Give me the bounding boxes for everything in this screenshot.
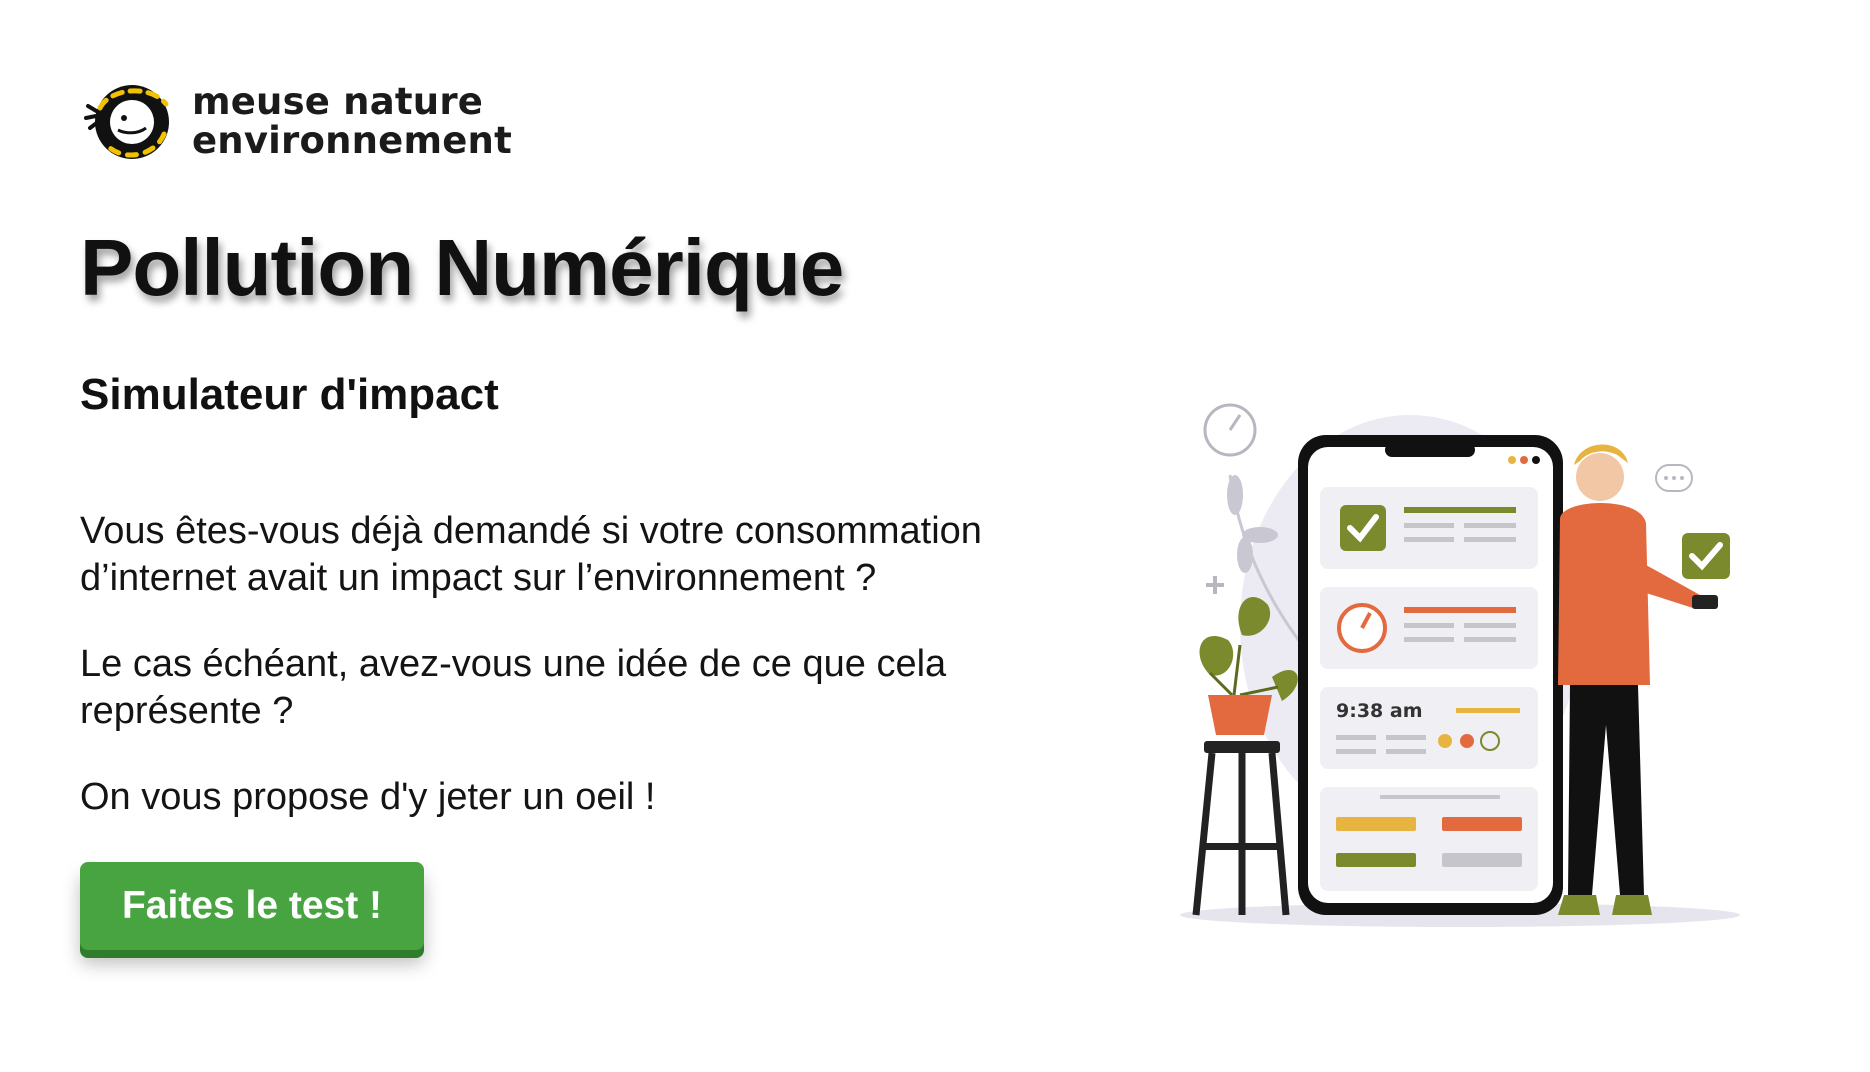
- person-illustration: [1558, 444, 1718, 915]
- hero-illustration: 9:38 am: [1180, 403, 1740, 927]
- gauge-icon: [1203, 403, 1257, 457]
- check-icon: [1682, 533, 1730, 579]
- brand-name: meuse nature environnement: [192, 82, 512, 160]
- brand-logo[interactable]: meuse nature environnement: [80, 78, 512, 164]
- brand-line-2: environnement: [192, 119, 512, 162]
- phone-time-label: 9:38 am: [1336, 700, 1423, 722]
- intro-paragraph: Vous êtes-vous déjà demandé si votre con…: [80, 510, 982, 599]
- brand-line-1: meuse nature: [192, 80, 484, 123]
- phone-illustration: 9:38 am: [1298, 435, 1563, 915]
- intro-paragraph: Le cas échéant, avez-vous une idée de ce…: [80, 643, 947, 732]
- chat-bubble-icon: [1655, 464, 1693, 492]
- start-test-button[interactable]: Faites le test !: [80, 862, 424, 950]
- intro-text: Vous êtes-vous déjà demandé si votre con…: [80, 508, 1060, 860]
- page-subtitle: Simulateur d'impact: [80, 370, 499, 419]
- page-title: Pollution Numérique: [80, 223, 844, 312]
- intro-paragraph: On vous propose d'y jeter un oeil !: [80, 776, 656, 818]
- salamander-logo-icon: [84, 85, 169, 159]
